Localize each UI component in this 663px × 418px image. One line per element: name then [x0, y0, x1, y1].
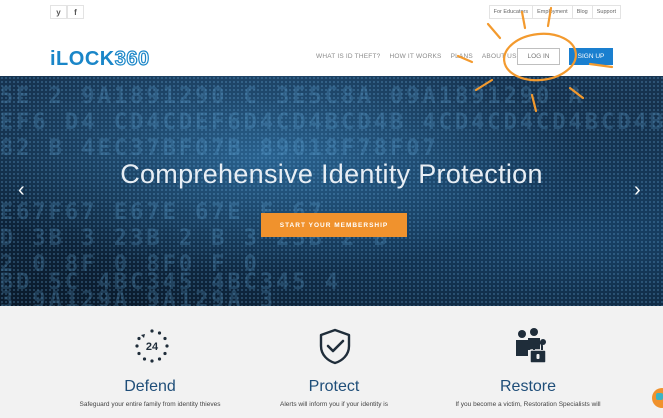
hex-decoration: 3 9A129A 9A129A 3 — [0, 288, 277, 306]
social-links: y f — [50, 5, 84, 19]
feature-title: Protect — [308, 378, 360, 395]
shield-check-icon — [315, 326, 355, 366]
nav-about-us[interactable]: ABOUT US — [482, 53, 517, 60]
utility-links: For Educators Employment Blog Support — [488, 5, 621, 19]
24-hour-label: 24 — [146, 341, 159, 353]
feature-text: Alerts will inform you if your identity … — [279, 401, 388, 408]
facebook-icon[interactable]: f — [67, 5, 84, 19]
hero-banner: 5E 2 9A1891290 C 3E5C8A 09A1891290 A EF6… — [0, 76, 663, 306]
login-button[interactable]: LOG IN — [517, 48, 560, 65]
family-lock-icon — [512, 326, 552, 366]
site-header: iLOCK360 WHAT IS ID THEFT? HOW IT WORKS … — [0, 38, 663, 76]
hex-decoration: 82 B 4EC37BF07B 89018F78F07 — [0, 136, 439, 161]
link-employment[interactable]: Employment — [532, 5, 573, 19]
feature-title: Restore — [499, 378, 557, 395]
features-section: 24 Defend Safeguard your entire family f… — [0, 306, 663, 418]
link-blog[interactable]: Blog — [571, 5, 593, 19]
logo-number: 360 — [114, 47, 150, 70]
hero-title: Comprehensive Identity Protection — [120, 159, 543, 189]
logo-text: iLOCK — [50, 48, 115, 70]
logo[interactable]: iLOCK360 — [50, 47, 150, 71]
24-hour-icon: 24 — [132, 326, 172, 366]
signup-button[interactable]: SIGN UP — [569, 48, 613, 65]
hex-decoration: 5E 2 9A1891290 C 3E5C8A 09A1891290 A — [0, 84, 585, 109]
twitter-icon[interactable]: y — [50, 5, 67, 19]
nav-how-it-works[interactable]: HOW IT WORKS — [389, 53, 441, 60]
feature-text: If you become a victim, Restoration Spec… — [455, 401, 601, 408]
utility-bar: y f For Educators Employment Blog Suppor… — [0, 0, 663, 38]
link-support[interactable]: Support — [591, 5, 621, 19]
start-membership-button[interactable]: START YOUR MEMBERSHIP — [261, 213, 407, 237]
nav-what-is-id-theft[interactable]: WHAT IS ID THEFT? — [316, 53, 380, 60]
nav-plans[interactable]: PLANS — [451, 53, 473, 60]
main-nav: WHAT IS ID THEFT? HOW IT WORKS PLANS ABO… — [316, 53, 526, 60]
link-for-educators[interactable]: For Educators — [488, 5, 534, 19]
hex-decoration: EF6 D4 CD4CDEF6D4CD4BCD4B 4CD4CD4CD4BCD4… — [0, 110, 663, 135]
